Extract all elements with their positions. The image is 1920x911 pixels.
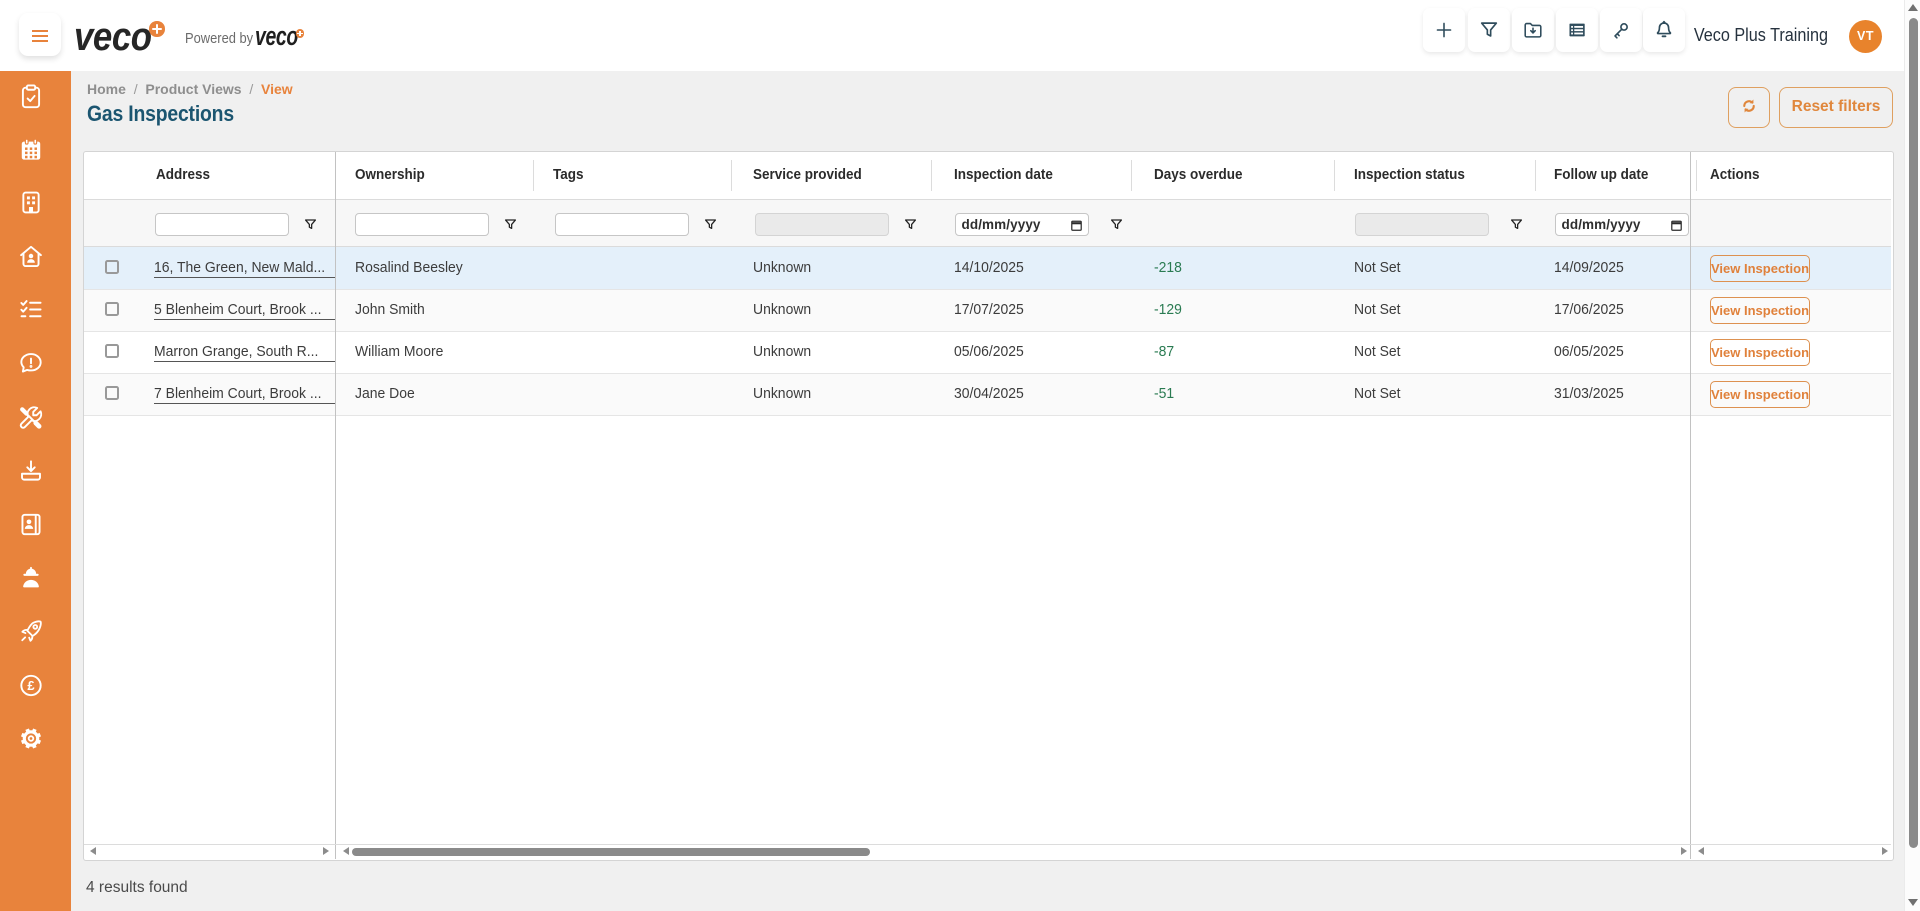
svg-text:£: £ bbox=[27, 678, 35, 693]
